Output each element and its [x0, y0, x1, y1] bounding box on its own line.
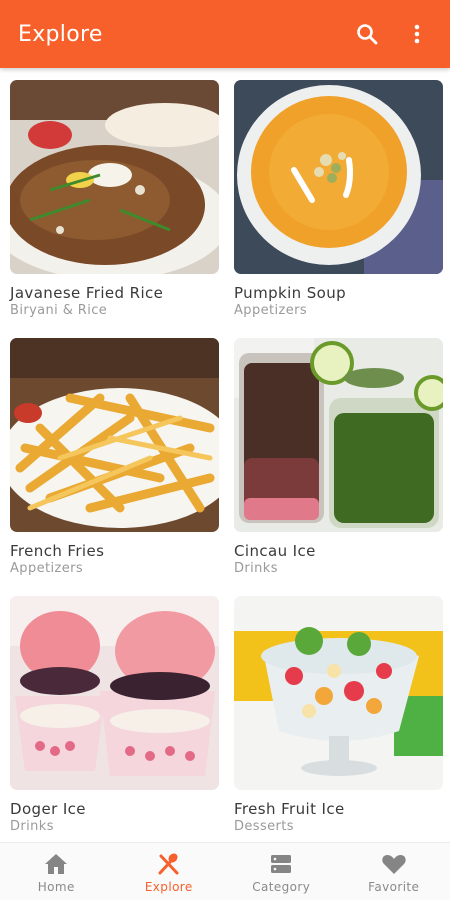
recipe-category: Desserts	[234, 819, 294, 834]
more-options-button[interactable]	[402, 19, 432, 49]
recipe-card[interactable]: Fresh Fruit Ice Desserts	[234, 596, 443, 834]
recipe-card[interactable]: Pumpkin Soup Appetizers	[234, 80, 443, 318]
recipe-category: Drinks	[234, 561, 278, 576]
category-icon	[267, 850, 295, 878]
fresh-fruit-ice-photo	[234, 596, 443, 790]
recipe-category: Biryani & Rice	[10, 303, 108, 318]
recipe-category: Appetizers	[234, 303, 308, 318]
doger-ice-photo	[10, 596, 219, 790]
fried-rice-photo	[10, 80, 219, 274]
recipe-title: Doger Ice	[10, 800, 86, 818]
cincau-ice-photo	[234, 338, 443, 532]
nav-label: Home	[37, 879, 75, 894]
recipe-category: Drinks	[10, 819, 54, 834]
heart-icon	[380, 850, 408, 878]
app-bar: Explore	[0, 0, 450, 68]
nav-label: Category	[252, 879, 311, 894]
recipe-title: Cincau Ice	[234, 542, 316, 560]
nav-item-home[interactable]: Home	[0, 843, 113, 900]
page-title: Explore	[18, 21, 103, 47]
recipe-title: Fresh Fruit Ice	[234, 800, 345, 818]
nav-label: Explore	[144, 879, 193, 894]
recipe-title: Javanese Fried Rice	[10, 284, 164, 302]
recipe-card[interactable]: Cincau Ice Drinks	[234, 338, 443, 576]
recipe-card[interactable]: French Fries Appetizers	[10, 338, 219, 576]
more-vertical-icon	[414, 24, 420, 44]
recipe-grid: Javanese Fried Rice Biryani & Rice Pumpk…	[0, 68, 450, 842]
nav-item-favorite[interactable]: Favorite	[338, 843, 450, 900]
nav-item-explore[interactable]: Explore	[113, 843, 226, 900]
home-icon	[42, 850, 70, 878]
pumpkin-soup-photo	[234, 80, 443, 274]
recipe-category: Appetizers	[10, 561, 84, 576]
search-button[interactable]	[352, 19, 382, 49]
french-fries-photo	[10, 338, 219, 532]
nav-item-category[interactable]: Category	[225, 843, 338, 900]
recipe-title: Pumpkin Soup	[234, 284, 347, 302]
recipe-title: French Fries	[10, 542, 105, 560]
search-icon	[357, 24, 378, 45]
nav-label: Favorite	[368, 879, 420, 894]
utensils-icon	[155, 850, 183, 878]
recipe-card[interactable]: Javanese Fried Rice Biryani & Rice	[10, 80, 219, 318]
recipe-card[interactable]: Doger Ice Drinks	[10, 596, 219, 834]
bottom-navigation: Home Explore Category Favorite	[0, 842, 450, 900]
